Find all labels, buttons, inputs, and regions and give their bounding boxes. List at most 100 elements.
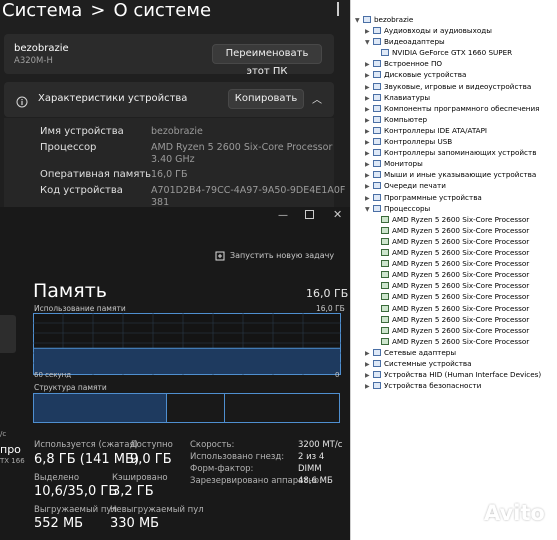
usage-fill (34, 348, 340, 374)
maximize-icon[interactable] (305, 210, 314, 219)
spec-label: Код устройства (40, 185, 123, 196)
tree-item-label: AMD Ryzen 5 2600 Six-Core Processor (392, 248, 530, 257)
tree-device-item[interactable]: AMD Ryzen 5 2600 Six-Core Processor (381, 258, 529, 269)
page-title: Память (33, 280, 107, 302)
chevron-down-icon[interactable]: ▼ (365, 204, 373, 215)
tree-device-item[interactable]: AMD Ryzen 5 2600 Six-Core Processor (381, 336, 529, 347)
tree-device-item[interactable]: AMD Ryzen 5 2600 Six-Core Processor (381, 269, 529, 280)
rename-pc-button[interactable]: Переименовать этот ПК (212, 44, 322, 77)
processor-icon (381, 237, 389, 245)
tree-device-item[interactable]: NVIDIA GeForce GTX 1660 SUPER (381, 47, 512, 58)
tree-item-label: AMD Ryzen 5 2600 Six-Core Processor (392, 259, 530, 269)
spec-label: Процессор (40, 142, 97, 153)
chevron-down-icon[interactable]: ▼ (365, 37, 373, 48)
chevron-up-icon[interactable]: ︿ (312, 91, 322, 106)
tree-category[interactable]: ▶ Контроллеры IDE ATA/ATAPI (365, 125, 487, 136)
tree-item-label: AMD Ryzen 5 2600 Six-Core Processor (392, 270, 530, 280)
stat-value: 9,0 ГБ (130, 452, 172, 467)
right-stat-label: Использовано гнезд: (190, 452, 285, 462)
right-stat-value: 2 из 4 (298, 452, 325, 462)
specs-title: Характеристики устройства (38, 93, 188, 104)
processor-icon (381, 215, 389, 223)
tree-category[interactable]: ▶ Мониторы (365, 158, 423, 169)
spec-value: A701D2B4-79CC-4A97-9A50-9DE4E1A0F (151, 185, 346, 196)
processor-icon (381, 271, 389, 279)
tree-device-item[interactable]: AMD Ryzen 5 2600 Six-Core Processor (381, 247, 529, 258)
chevron-down-icon[interactable]: ▼ (355, 15, 363, 26)
right-stat-value: DIMM (298, 464, 322, 474)
tree-item-label: AMD Ryzen 5 2600 Six-Core Processor (392, 314, 530, 324)
tree-category[interactable]: ▶ Контроллеры запоминающих устройств (365, 147, 536, 158)
device-category-icon (373, 160, 381, 168)
processor-icon (381, 304, 389, 312)
device-category-icon (373, 182, 381, 190)
processor-icon (381, 249, 389, 256)
device-category-icon (373, 82, 381, 90)
tree-category[interactable]: ▶ Сетевые адаптеры (365, 347, 456, 358)
tree-category[interactable]: ▶ Компоненты программного обеспечения (365, 103, 539, 114)
device-category-icon (373, 204, 381, 212)
sidebar-cut-text: /c (0, 430, 7, 438)
tree-category[interactable]: ▼ Процессоры (365, 203, 430, 214)
close-icon[interactable]: ✕ (333, 208, 342, 221)
stat-label: Невыгружаемый пул (110, 505, 204, 515)
tree-category[interactable]: ▶ Звуковые, игровые и видеоустройства (365, 81, 531, 92)
processor-icon (381, 226, 389, 234)
info-icon (16, 93, 28, 108)
tree-category[interactable]: ▶ Системные устройства (365, 358, 472, 369)
tree-item-label: Мыши и иные указывающие устройства (384, 170, 537, 180)
processor-icon (381, 260, 389, 268)
tree-device-item[interactable]: AMD Ryzen 5 2600 Six-Core Processor (381, 280, 529, 291)
tree-category[interactable]: ▼ Видеоадаптеры (365, 36, 445, 47)
tree-item-label: Аудиовходы и аудиовыходы (384, 26, 492, 35)
breadcrumb-root[interactable]: Система (2, 0, 82, 21)
spec-label: Имя устройства (40, 126, 124, 137)
device-name-card: bezobrazie A320M-H Переименовать этот ПК (4, 34, 334, 77)
device-category-icon (373, 149, 381, 157)
chevron-right-icon[interactable]: ▶ (365, 381, 373, 392)
run-new-task-button[interactable]: Запустить новую задачу (212, 247, 342, 267)
device-category-icon (381, 49, 389, 57)
minimize-icon[interactable]: — (278, 210, 288, 221)
stat-label: Выгружаемый пул (34, 505, 117, 515)
sidebar-selected-item[interactable] (0, 315, 16, 353)
device-category-icon (373, 93, 381, 101)
tree-root-label: bezobrazie (374, 15, 414, 24)
tree-category[interactable]: ▶ Клавиатуры (365, 92, 430, 103)
specs-header[interactable]: Характеристики устройства Копировать ︿ (4, 82, 334, 117)
tree-device-item[interactable]: AMD Ryzen 5 2600 Six-Core Processor (381, 325, 529, 336)
tree-category[interactable]: ▶ Контроллеры USB (365, 136, 452, 147)
stat-value: 10,6/35,0 ГБ (34, 484, 118, 499)
sidebar-cut-text: TX 166 (0, 457, 25, 465)
tree-category[interactable]: ▶ Аудиовходы и аудиовыходы (365, 25, 492, 36)
avito-logo-icon (449, 503, 479, 525)
tree-category[interactable]: ▶ Компьютер (365, 114, 427, 125)
tree-device-item[interactable]: AMD Ryzen 5 2600 Six-Core Processor (381, 214, 529, 225)
tree-category[interactable]: ▶ Устройства HID (Human Interface Devices… (365, 369, 541, 380)
tree-category[interactable]: ▶ Очереди печати (365, 180, 446, 191)
copy-button[interactable]: Копировать (228, 89, 304, 109)
tree-root[interactable]: ▼ bezobrazie (355, 14, 413, 25)
tree-device-item[interactable]: AMD Ryzen 5 2600 Six-Core Processor (381, 314, 529, 325)
processor-icon (381, 326, 389, 334)
tree-category[interactable]: ▶ Устройства безопасности (365, 380, 481, 391)
tree-item-label: AMD Ryzen 5 2600 Six-Core Processor (392, 214, 530, 224)
right-stat-value: 48,6 МБ (298, 476, 333, 486)
run-new-task-label: Запустить новую задачу (230, 251, 335, 260)
tree-device-item[interactable]: AMD Ryzen 5 2600 Six-Core Processor (381, 225, 529, 236)
device-model: A320M-H (14, 56, 53, 66)
tree-item-label: Контроллеры запоминающих устройств (384, 148, 537, 158)
tree-device-item[interactable]: AMD Ryzen 5 2600 Six-Core Processor (381, 291, 529, 302)
stat-label: Кэшировано (112, 473, 168, 483)
scrollbar[interactable] (337, 2, 339, 16)
tree-category[interactable]: ▶ Программные устройства (365, 192, 482, 203)
tree-device-item[interactable]: AMD Ryzen 5 2600 Six-Core Processor (381, 236, 529, 247)
avito-watermark-text: Avito (484, 501, 545, 525)
right-stat-label: Форм-фактор: (190, 464, 254, 474)
tree-item-label: Компоненты программного обеспечения (384, 103, 540, 113)
tree-device-item[interactable]: AMD Ryzen 5 2600 Six-Core Processor (381, 303, 529, 314)
usage-graph-label: Использование памяти (34, 304, 126, 313)
tree-category[interactable]: ▶ Мыши и иные указывающие устройства (365, 169, 536, 180)
tree-category[interactable]: ▶ Встроенное ПО (365, 58, 442, 69)
tree-category[interactable]: ▶ Дисковые устройства (365, 69, 466, 80)
